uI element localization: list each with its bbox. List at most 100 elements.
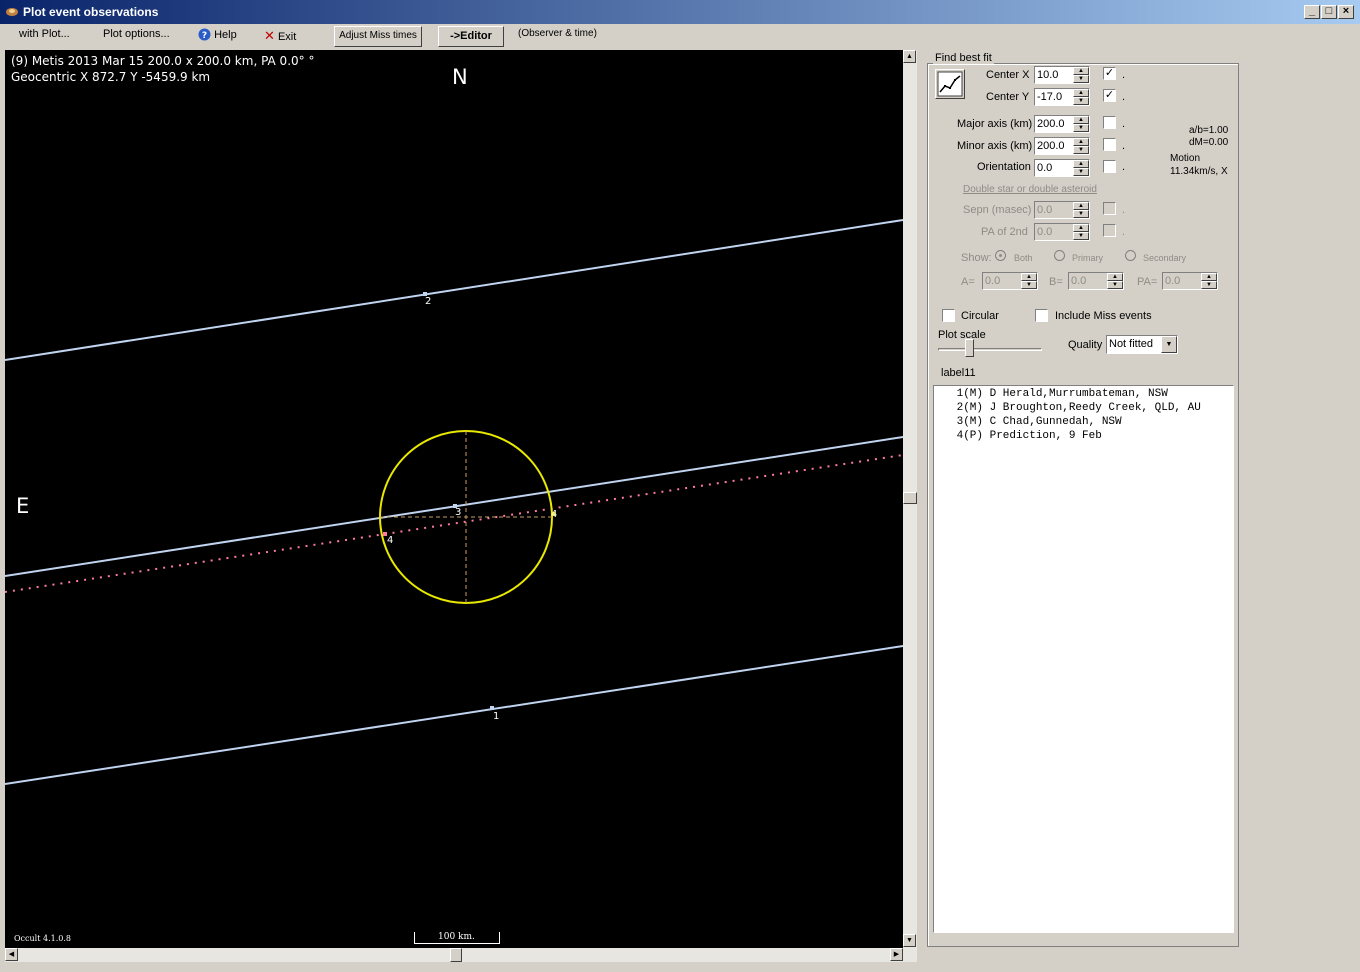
- radio-both[interactable]: [995, 250, 1006, 261]
- observer-item[interactable]: 4(P) Prediction, 9 Feb: [950, 430, 1102, 442]
- quality-dropdown[interactable]: Not fitted ▼: [1106, 335, 1178, 354]
- include-miss-checkbox[interactable]: [1035, 309, 1048, 322]
- plot-scale-slider-thumb[interactable]: [965, 339, 974, 357]
- spin-up-icon[interactable]: ▲: [1073, 116, 1089, 124]
- chord-label-4-west: 4: [387, 535, 394, 546]
- observer-item[interactable]: 1(M) D Herald,Murrumbateman, NSW: [950, 388, 1168, 400]
- plot-options-menu[interactable]: Plot options...: [103, 28, 170, 40]
- horizontal-scrollbar[interactable]: ◀ ▶: [5, 948, 917, 962]
- a-spinner[interactable]: 0.0 ▲ ▼: [982, 272, 1038, 290]
- minimize-button[interactable]: _: [1304, 5, 1320, 19]
- sepn-label: Sepn (masec): [963, 204, 1032, 216]
- dm-text: dM=0.00: [1189, 137, 1229, 148]
- vertical-scroll-thumb[interactable]: [903, 492, 917, 504]
- minor-axis-spinner[interactable]: 200.0 ▲ ▼: [1034, 137, 1090, 155]
- dropdown-arrow-icon[interactable]: ▼: [1161, 336, 1177, 353]
- center-y-spinner[interactable]: -17.0 ▲ ▼: [1034, 88, 1090, 106]
- minor-axis-checkbox[interactable]: [1103, 138, 1116, 151]
- spin-down-icon[interactable]: ▼: [1073, 210, 1089, 218]
- help-menu[interactable]: ? Help: [198, 28, 237, 41]
- center-x-value: 10.0: [1037, 69, 1059, 81]
- spin-down-icon[interactable]: ▼: [1073, 146, 1089, 154]
- chord-marker-1: [490, 706, 494, 710]
- observer-list[interactable]: 1(M) D Herald,Murrumbateman, NSW 2(M) J …: [933, 385, 1234, 933]
- spin-up-icon[interactable]: ▲: [1073, 138, 1089, 146]
- label11: label11: [941, 367, 976, 379]
- scale-label: 100 km.: [438, 932, 475, 942]
- spin-down-icon[interactable]: ▼: [1107, 281, 1123, 289]
- center-x-checkbox[interactable]: ✓: [1103, 67, 1116, 80]
- observer-time-label: (Observer & time): [518, 28, 597, 39]
- pa2-checkbox[interactable]: [1103, 224, 1116, 237]
- scroll-left-button[interactable]: ◀: [5, 948, 18, 961]
- b-spinner[interactable]: 0.0 ▲ ▼: [1068, 272, 1124, 290]
- spin-up-icon[interactable]: ▲: [1073, 67, 1089, 75]
- radio-primary[interactable]: [1054, 250, 1065, 261]
- radio-both-label: Both: [1014, 253, 1033, 263]
- spin-up-icon[interactable]: ▲: [1021, 273, 1037, 281]
- center-x-spinner[interactable]: 10.0 ▲ ▼: [1034, 66, 1090, 84]
- center-y-checkbox[interactable]: ✓: [1103, 89, 1116, 102]
- spin-down-icon[interactable]: ▼: [1073, 168, 1089, 176]
- pa2-value: 0.0: [1037, 226, 1053, 238]
- plot-scale-track[interactable]: [938, 348, 1042, 351]
- prediction-line: [5, 454, 903, 593]
- plot-canvas[interactable]: (9) Metis 2013 Mar 15 200.0 x 200.0 km, …: [5, 50, 903, 948]
- orientation-checkbox[interactable]: [1103, 160, 1116, 173]
- spin-up-icon[interactable]: ▲: [1107, 273, 1123, 281]
- spin-down-icon[interactable]: ▼: [1201, 281, 1217, 289]
- scale-bar-right-tick: [499, 932, 500, 944]
- window-title: Plot event observations: [23, 5, 159, 19]
- with-plot-menu[interactable]: with Plot...: [19, 28, 70, 40]
- spin-down-icon[interactable]: ▼: [1073, 75, 1089, 83]
- spin-up-icon[interactable]: ▲: [1073, 160, 1089, 168]
- spin-down-icon[interactable]: ▼: [1021, 281, 1037, 289]
- editor-button[interactable]: ->Editor: [438, 26, 504, 47]
- maximize-button[interactable]: □: [1321, 5, 1337, 19]
- adjust-miss-times-button[interactable]: Adjust Miss times: [334, 26, 422, 47]
- major-axis-spinner[interactable]: 200.0 ▲ ▼: [1034, 115, 1090, 133]
- vertical-scrollbar[interactable]: ▲ ▼: [903, 50, 917, 948]
- chord-label-2: 2: [425, 296, 432, 307]
- quality-label: Quality: [1068, 339, 1103, 351]
- scroll-up-button[interactable]: ▲: [903, 50, 916, 63]
- spin-down-icon[interactable]: ▼: [1073, 124, 1089, 132]
- scroll-down-button[interactable]: ▼: [903, 934, 916, 947]
- chart-fit-icon: [937, 71, 963, 97]
- scroll-right-button[interactable]: ▶: [890, 948, 903, 961]
- minor-axis-value: 200.0: [1037, 140, 1065, 152]
- minor-axis-dot: .: [1122, 140, 1126, 152]
- observer-item[interactable]: 2(M) J Broughton,Reedy Creek, QLD, AU: [950, 402, 1201, 414]
- spin-up-icon[interactable]: ▲: [1073, 89, 1089, 97]
- pa2-spinner[interactable]: 0.0 ▲ ▼: [1034, 223, 1090, 241]
- horizontal-scroll-thumb[interactable]: [450, 948, 462, 962]
- quality-value: Not fitted: [1109, 338, 1154, 350]
- sepn-spinner[interactable]: 0.0 ▲ ▼: [1034, 201, 1090, 219]
- pa-spinner[interactable]: 0.0 ▲ ▼: [1162, 272, 1218, 290]
- spin-up-icon[interactable]: ▲: [1073, 202, 1089, 210]
- orientation-spinner[interactable]: 0.0 ▲ ▼: [1034, 159, 1090, 177]
- major-axis-value: 200.0: [1037, 118, 1065, 130]
- plot-scale-label: Plot scale: [938, 329, 986, 341]
- help-icon: ?: [198, 28, 211, 41]
- major-axis-checkbox[interactable]: [1103, 116, 1116, 129]
- sepn-checkbox[interactable]: [1103, 202, 1116, 215]
- b-label: B=: [1049, 276, 1063, 288]
- fit-panel: Find best fit Center X 10.0 ▲ ▼ ✓ . Cente…: [925, 52, 1239, 947]
- find-best-fit-button[interactable]: [935, 69, 965, 99]
- exit-menu[interactable]: ✕ Exit: [264, 28, 296, 44]
- pa-value: 0.0: [1165, 275, 1181, 287]
- spin-up-icon[interactable]: ▲: [1073, 224, 1089, 232]
- circular-checkbox[interactable]: [942, 309, 955, 322]
- orientation-value: 0.0: [1037, 162, 1053, 174]
- center-y-label: Center Y: [986, 91, 1030, 103]
- close-button[interactable]: ×: [1338, 5, 1354, 19]
- spin-down-icon[interactable]: ▼: [1073, 97, 1089, 105]
- spin-down-icon[interactable]: ▼: [1073, 232, 1089, 240]
- exit-icon: ✕: [264, 28, 275, 43]
- radio-secondary[interactable]: [1125, 250, 1136, 261]
- center-x-label: Center X: [986, 69, 1030, 81]
- spin-up-icon[interactable]: ▲: [1201, 273, 1217, 281]
- observer-item[interactable]: 3(M) C Chad,Gunnedah, NSW: [950, 416, 1122, 428]
- svg-text:?: ?: [202, 31, 207, 41]
